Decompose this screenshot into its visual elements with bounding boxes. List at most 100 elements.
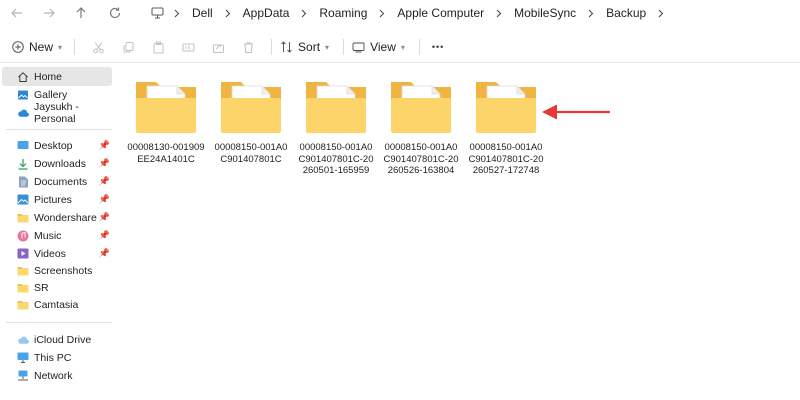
toolbar-divider (74, 39, 76, 55)
sidebar-item-label: Wondershare (34, 211, 97, 224)
icloud-icon (17, 334, 29, 346)
music-icon (17, 230, 29, 242)
sidebar-item-wondershare[interactable]: Wondershare 📌 (2, 208, 112, 227)
pin-icon[interactable]: 📌 (99, 176, 110, 187)
folder-item[interactable]: 00008150-001A0 C901407801C (208, 78, 294, 165)
paste-button[interactable] (143, 33, 173, 61)
delete-button[interactable] (233, 33, 263, 61)
sidebar-item-home[interactable]: Home (2, 67, 112, 86)
rename-button[interactable] (173, 33, 203, 61)
folder-item[interactable]: 00008150-001A0 C901407801C-20 260526-163… (378, 78, 464, 177)
sidebar-item-documents[interactable]: Documents 📌 (2, 172, 112, 191)
sidebar-item-label: This PC (34, 351, 72, 364)
chevron-right-icon (658, 9, 664, 17)
breadcrumb-separator[interactable] (166, 0, 188, 26)
pin-icon[interactable]: 📌 (99, 140, 110, 151)
onedrive-cloud-icon (17, 107, 29, 119)
chevron-down-icon: ▾ (325, 42, 330, 52)
trash-icon (243, 41, 253, 53)
sidebar-item-desktop[interactable]: Desktop 📌 (2, 136, 112, 155)
monitor-icon[interactable] (148, 0, 166, 26)
breadcrumb-apple-computer[interactable]: Apple Computer (393, 0, 488, 26)
arrow-up-icon (76, 7, 86, 18)
sidebar-divider (6, 129, 112, 130)
folder-icon (391, 82, 451, 133)
forward-button[interactable] (34, 0, 64, 26)
folder-item[interactable]: 00008150-001A0 C901407801C-20 260501-165… (293, 78, 379, 177)
folder-item[interactable]: 00008150-001A0 C901407801C-20 260527-172… (463, 78, 549, 177)
breadcrumb-separator[interactable] (371, 0, 393, 26)
sidebar-divider (6, 322, 112, 323)
back-button[interactable] (0, 0, 34, 26)
pin-icon[interactable]: 📌 (99, 248, 110, 259)
header-divider (0, 62, 800, 63)
folder-icon (221, 82, 281, 133)
folder-name: 00008130-001909 EE24A1401C (127, 142, 205, 165)
sidebar-item-downloads[interactable]: Downloads 📌 (2, 154, 112, 173)
address-bar[interactable]: Dell AppData Roaming Apple Computer Mobi… (148, 0, 800, 26)
sidebar-item-label: iCloud Drive (34, 333, 92, 346)
sidebar-item-pictures[interactable]: Pictures 📌 (2, 190, 112, 209)
copy-button[interactable] (113, 33, 143, 61)
pictures-icon (17, 194, 29, 206)
documents-icon (17, 176, 29, 188)
pin-icon[interactable]: 📌 (99, 230, 110, 241)
breadcrumb-separator[interactable] (650, 0, 672, 26)
refresh-button[interactable] (98, 0, 132, 26)
sort-icon (281, 41, 292, 53)
this-pc-icon (17, 352, 29, 364)
chevron-right-icon (225, 9, 230, 17)
refresh-icon (109, 7, 121, 19)
breadcrumb-label: MobileSync (514, 6, 577, 20)
toolbar-divider (343, 39, 345, 55)
sidebar-item-this-pc[interactable]: This PC (2, 348, 112, 367)
sidebar-item-label: Desktop (34, 139, 73, 152)
new-button[interactable]: New ▾ (12, 33, 62, 61)
pin-icon[interactable]: 📌 (99, 212, 110, 223)
sidebar-item-label: Videos (34, 247, 66, 260)
sort-button[interactable]: Sort ▾ (280, 33, 329, 61)
breadcrumb-separator[interactable] (293, 0, 315, 26)
sidebar-item-network[interactable]: Network (2, 366, 112, 385)
breadcrumb-mobilesync[interactable]: MobileSync (510, 0, 580, 26)
folder-name: 00008150-001A0 C901407801C (214, 142, 288, 165)
sidebar-item-onedrive[interactable]: Jaysukh - Personal (2, 101, 112, 125)
share-button[interactable] (203, 33, 233, 61)
sidebar-item-label: Documents (34, 175, 88, 188)
sidebar-item-label: Downloads (34, 157, 86, 170)
pin-icon[interactable]: 📌 (99, 194, 110, 205)
breadcrumb-separator[interactable] (217, 0, 239, 26)
more-options-button[interactable]: ••• (432, 33, 444, 61)
breadcrumb-separator[interactable] (488, 0, 510, 26)
folder-item[interactable]: 00008130-001909 EE24A1401C (123, 78, 209, 165)
chevron-down-icon: ▾ (58, 42, 63, 52)
chevron-right-icon (380, 9, 385, 17)
sidebar-item-music[interactable]: Music 📌 (2, 226, 112, 245)
up-button[interactable] (64, 0, 98, 26)
gallery-icon (17, 89, 29, 101)
folder-icon (476, 82, 536, 133)
chevron-right-icon (174, 9, 180, 17)
sidebar-item-icloud-drive[interactable]: iCloud Drive (2, 330, 112, 349)
annotation-arrow-icon (542, 104, 610, 120)
breadcrumb-separator[interactable] (580, 0, 602, 26)
chevron-down-icon: ▾ (400, 42, 405, 52)
breadcrumb-dell[interactable]: Dell (188, 0, 217, 26)
cut-button[interactable] (83, 33, 113, 61)
pin-icon[interactable]: 📌 (99, 158, 110, 169)
breadcrumb-appdata[interactable]: AppData (239, 0, 294, 26)
view-button[interactable]: View ▾ (352, 33, 405, 61)
sidebar-item-label: Screenshots (34, 264, 93, 277)
sort-label: Sort (298, 40, 321, 54)
sidebar-item-label: Home (34, 70, 63, 83)
navigation-pane: Home Gallery Jaysukh - Personal Desktop … (0, 64, 118, 400)
sidebar-item-label: Music (34, 229, 62, 242)
sidebar-item-camtasia[interactable]: Camtasia (2, 295, 112, 314)
breadcrumb-label: AppData (242, 6, 290, 20)
breadcrumb-roaming[interactable]: Roaming (315, 0, 371, 26)
copy-icon (123, 41, 134, 52)
videos-icon (17, 248, 29, 260)
breadcrumb-label: Dell (192, 6, 213, 20)
breadcrumb-backup[interactable]: Backup (602, 0, 650, 26)
new-label: New (29, 40, 54, 54)
